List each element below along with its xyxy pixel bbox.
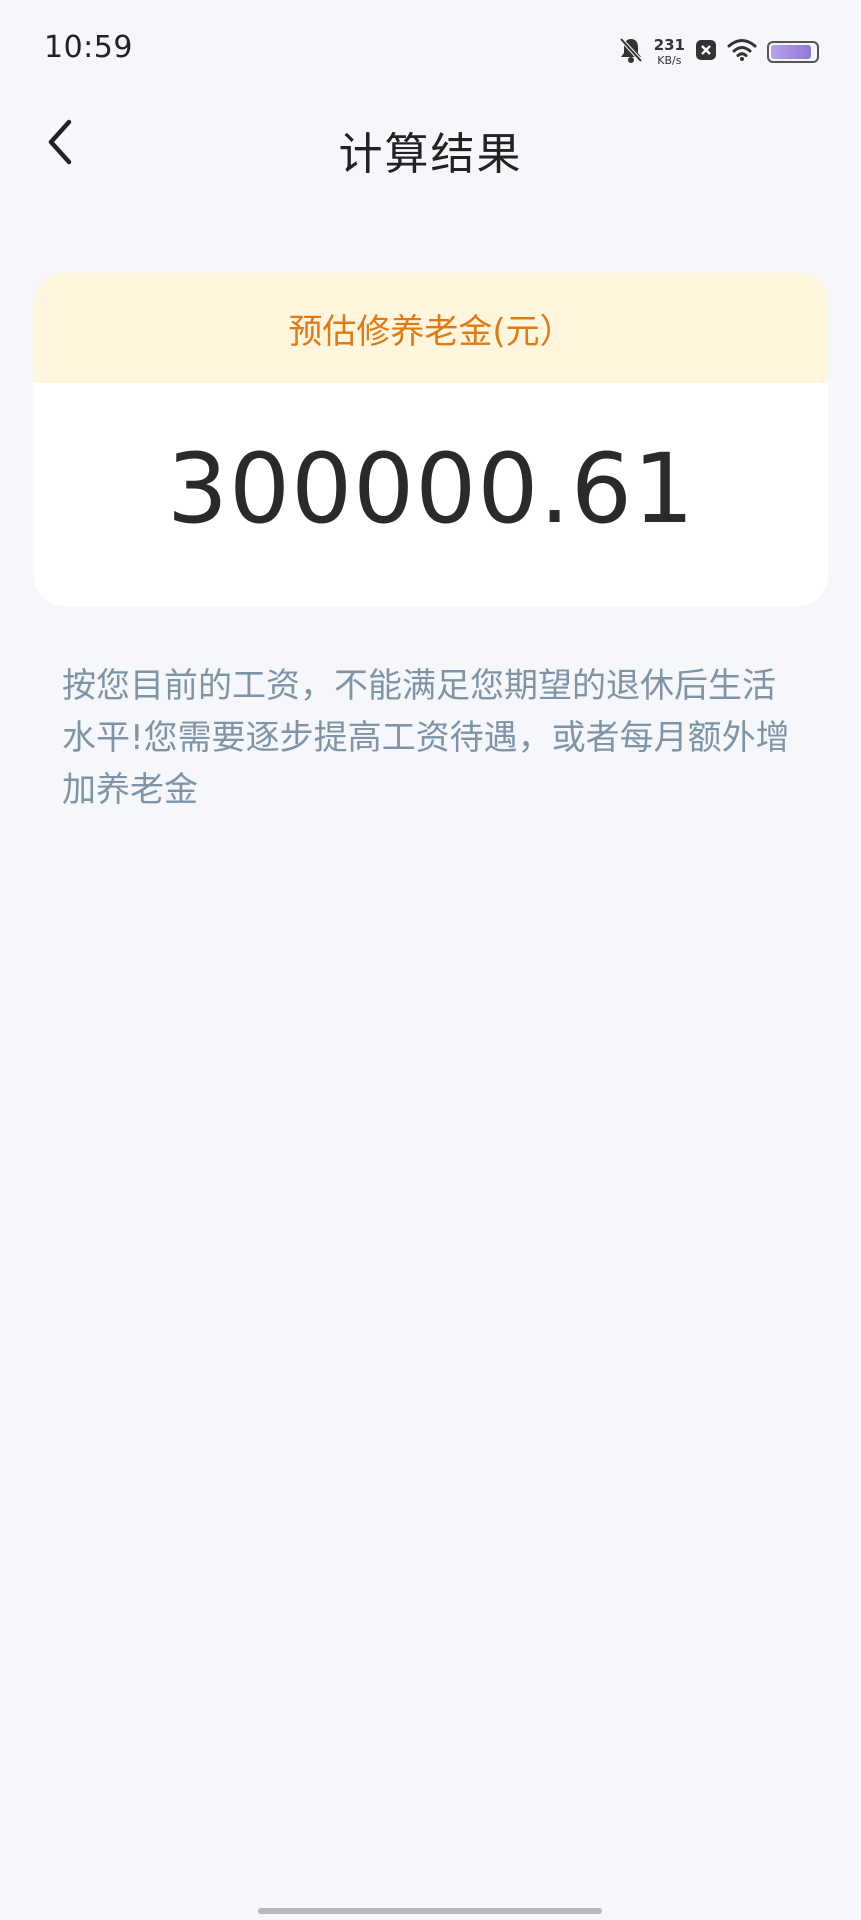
screen: 10:59 231 KB/s 计算结果 预估修养老金(元） 300000.61 …	[0, 0, 861, 1920]
net-speed-unit: KB/s	[657, 54, 682, 67]
bell-muted-icon	[618, 36, 644, 68]
close-badge-icon	[695, 39, 717, 65]
status-icons: 231 KB/s	[618, 34, 819, 70]
pension-amount: 300000.61	[166, 432, 696, 545]
advice-text: 按您目前的工资，不能满足您期望的退休后生活水平!您需要逐步提高工资待遇，或者每月…	[62, 666, 790, 810]
status-bar: 10:59 231 KB/s	[0, 0, 861, 100]
battery-fill	[771, 45, 811, 59]
pension-label: 预估修养老金(元）	[34, 273, 828, 383]
nav-bar: 计算结果	[0, 100, 861, 190]
page-title: 计算结果	[338, 129, 523, 180]
result-card: 预估修养老金(元） 300000.61	[34, 273, 828, 606]
battery-icon	[767, 41, 819, 63]
net-speed-value: 231	[653, 36, 685, 54]
wifi-icon	[727, 38, 757, 66]
net-speed: 231 KB/s	[653, 36, 685, 67]
status-time: 10:59	[44, 30, 133, 65]
home-indicator[interactable]	[258, 1908, 602, 1914]
